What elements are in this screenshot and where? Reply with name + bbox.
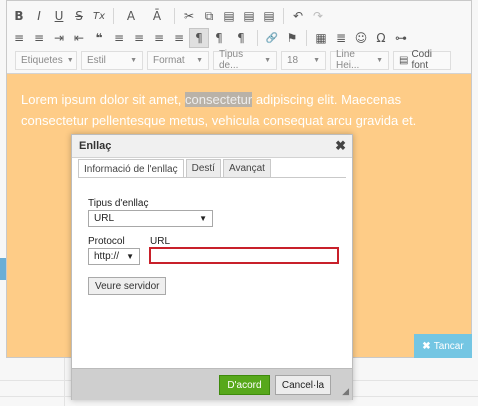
- underline-button[interactable]: U: [49, 6, 69, 26]
- line-height-combo-label: Line Hei...: [336, 49, 360, 71]
- align-center-icon[interactable]: ≡: [129, 28, 149, 48]
- tab-target[interactable]: Destí: [185, 159, 221, 177]
- copy-button[interactable]: ⧉: [199, 6, 219, 26]
- format-combo[interactable]: Format ▼: [147, 50, 209, 70]
- paste-button[interactable]: ▤: [219, 6, 239, 26]
- chevron-down-icon: ▼: [130, 56, 137, 64]
- tab-link-info[interactable]: Informació de l'enllaç: [78, 159, 184, 178]
- font-combo[interactable]: Tipus de... ▼: [213, 49, 277, 71]
- remove-format-button[interactable]: Tx: [89, 6, 109, 26]
- font-size-combo-label: 18: [287, 54, 299, 66]
- rtl-icon[interactable]: ¶: [209, 28, 229, 48]
- dialog-titlebar[interactable]: Enllaç ✖: [72, 135, 352, 158]
- toolbar-row-2: ≡ ≡ ⇥ ⇤ ❝ ≡ ≡ ≡ ≡ ¶ ¶ ¶ 🔗 ⚑ ▦ ≣ ☺ Ω ⊶: [9, 27, 411, 49]
- close-icon[interactable]: ✖: [335, 138, 346, 154]
- protocol-select[interactable]: http:// ▼: [88, 248, 140, 265]
- toolbar-separator: [257, 30, 258, 46]
- smiley-icon[interactable]: ☺: [351, 28, 371, 48]
- dialog-body: Tipus d'enllaç URL ▼ Protocol URL http://…: [78, 177, 346, 368]
- link-type-select[interactable]: URL ▼: [88, 210, 213, 227]
- undo-button[interactable]: ↶: [288, 6, 308, 26]
- source-button-label: Codi font: [411, 49, 433, 71]
- labels-combo-label: Etiquetes: [21, 54, 63, 66]
- protocol-value: http://: [94, 251, 120, 262]
- chevron-down-icon: ▼: [196, 56, 203, 64]
- language-icon[interactable]: ¶: [229, 28, 253, 48]
- toolbar-separator: [306, 30, 307, 46]
- toolbar-separator: [283, 8, 284, 24]
- iframe-icon[interactable]: ⊶: [391, 28, 411, 48]
- x-icon: ✖: [422, 340, 431, 352]
- toolbar-row-1: B I U S Tx A Ā ✂ ⧉ ▤ ▤ ▤ ↶ ↷: [9, 5, 328, 27]
- link-dialog: Enllaç ✖ Informació de l'enllaç Destí Av…: [71, 134, 353, 400]
- bold-button[interactable]: B: [9, 6, 29, 26]
- outdent-icon[interactable]: ⇤: [69, 28, 89, 48]
- paste-text-button[interactable]: ▤: [239, 6, 259, 26]
- content-text-before: Lorem ipsum dolor sit amet,: [21, 92, 186, 107]
- editor-content[interactable]: Lorem ipsum dolor sit amet, consectetur …: [21, 89, 461, 131]
- link-type-label: Tipus d'enllaç: [88, 198, 149, 209]
- editor-toolbar: B I U S Tx A Ā ✂ ⧉ ▤ ▤ ▤ ↶ ↷ ≡ ≡ ⇥ ⇤ ❝ ≡…: [7, 1, 471, 74]
- redo-button[interactable]: ↷: [308, 6, 328, 26]
- link-type-value: URL: [94, 213, 115, 224]
- style-combo[interactable]: Estil ▼: [81, 50, 143, 70]
- indent-icon[interactable]: ⇥: [49, 28, 69, 48]
- chevron-down-icon: ▼: [264, 56, 271, 64]
- toolbar-separator: [174, 8, 175, 24]
- dialog-title: Enllaç: [79, 140, 112, 152]
- toolbar-row-3: Etiquetes ▼ Estil ▼ Format ▼ Tipus de... ▼ 1…: [15, 49, 455, 71]
- numbered-list-icon[interactable]: ≡: [9, 28, 29, 48]
- background-divider: [64, 355, 65, 406]
- italic-button[interactable]: I: [29, 6, 49, 26]
- tab-advanced[interactable]: Avançat: [222, 159, 271, 177]
- protocol-label: Protocol: [88, 236, 125, 247]
- anchor-icon[interactable]: ⚑: [282, 28, 302, 48]
- source-button[interactable]: ▤ Codi font: [393, 49, 451, 71]
- align-left-icon[interactable]: ≡: [109, 28, 129, 48]
- close-editor-button[interactable]: ✖ Tancar: [414, 334, 472, 358]
- line-height-combo[interactable]: Line Hei... ▼: [330, 49, 389, 71]
- align-right-icon[interactable]: ≡: [149, 28, 169, 48]
- horizontal-line-icon[interactable]: ≣: [331, 28, 351, 48]
- special-char-icon[interactable]: Ω: [371, 28, 391, 48]
- content-text-selected: consectetur: [185, 92, 253, 107]
- blockquote-icon[interactable]: ❝: [89, 28, 109, 48]
- chevron-down-icon: ▼: [376, 56, 383, 64]
- text-color-button[interactable]: A: [118, 6, 144, 26]
- url-label: URL: [150, 236, 171, 247]
- background-color-button[interactable]: Ā: [144, 6, 170, 26]
- chevron-down-icon: ▼: [313, 56, 320, 64]
- toolbar-separator: [113, 8, 114, 24]
- source-icon: ▤: [399, 54, 409, 66]
- chevron-down-icon: ▼: [66, 56, 74, 64]
- link-icon[interactable]: 🔗: [262, 28, 282, 48]
- cut-button[interactable]: ✂: [179, 6, 199, 26]
- chevron-down-icon: ▼: [126, 252, 134, 261]
- justify-icon[interactable]: ≡: [169, 28, 189, 48]
- dialog-footer: D'acord Cancel·la ◢: [72, 368, 352, 400]
- close-editor-label: Tancar: [433, 340, 464, 352]
- bulleted-list-icon[interactable]: ≡: [29, 28, 49, 48]
- dialog-tabs: Informació de l'enllaç Destí Avançat: [78, 159, 273, 178]
- cancel-button[interactable]: Cancel·la: [275, 375, 331, 395]
- format-combo-label: Format: [153, 54, 185, 66]
- style-combo-label: Estil: [87, 54, 106, 66]
- font-combo-label: Tipus de...: [219, 49, 244, 71]
- browse-server-button[interactable]: Veure servidor: [88, 277, 167, 295]
- paste-word-button[interactable]: ▤: [259, 6, 279, 26]
- ok-button[interactable]: D'acord: [219, 375, 270, 395]
- table-icon[interactable]: ▦: [311, 28, 331, 48]
- chevron-down-icon: ▼: [199, 214, 207, 223]
- resize-handle-icon[interactable]: ◢: [342, 386, 349, 397]
- strikethrough-button[interactable]: S: [69, 6, 89, 26]
- font-size-combo[interactable]: 18 ▼: [281, 50, 326, 70]
- labels-combo[interactable]: Etiquetes ▼: [15, 50, 77, 70]
- ltr-icon[interactable]: ¶: [189, 28, 209, 48]
- url-input[interactable]: [149, 247, 339, 264]
